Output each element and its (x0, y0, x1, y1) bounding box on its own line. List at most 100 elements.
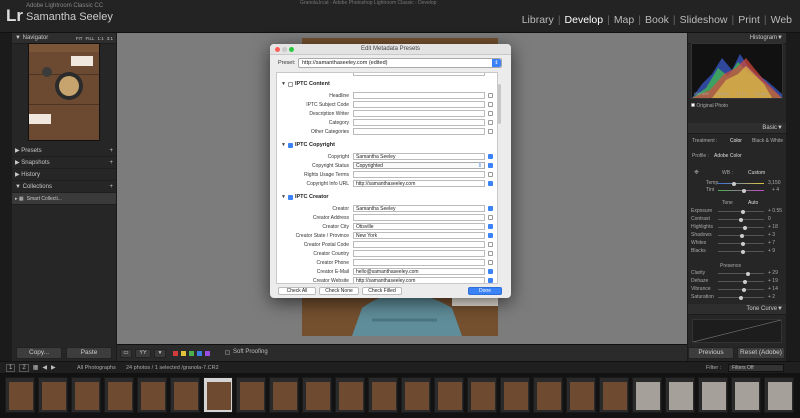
filmstrip-thumbnail[interactable] (599, 377, 629, 413)
contrast-value[interactable]: 0 (768, 216, 771, 222)
highlights-slider[interactable] (718, 225, 764, 230)
other-categories-field[interactable] (353, 128, 485, 135)
dialog-scrollbar[interactable] (498, 84, 501, 124)
category-field[interactable] (353, 119, 485, 126)
filmstrip-thumbnail[interactable] (302, 377, 332, 413)
creator-website-checkbox[interactable] (488, 278, 493, 283)
color-label-swatch[interactable] (189, 351, 194, 356)
filmstrip-thumbnail[interactable] (368, 377, 398, 413)
description-writer-checkbox[interactable] (488, 111, 493, 116)
whites-knob[interactable] (740, 241, 745, 246)
module-print[interactable]: Print (734, 14, 764, 26)
section-iptc-content[interactable]: ▼ IPTC Content (281, 81, 330, 87)
treatment-color[interactable]: Color (730, 138, 742, 144)
iptc-subject-code-field[interactable] (353, 101, 485, 108)
module-map[interactable]: Map (610, 14, 638, 26)
filmstrip-thumbnail[interactable] (5, 377, 35, 413)
color-label-swatch[interactable] (197, 351, 202, 356)
filmstrip-thumbnail[interactable] (533, 377, 563, 413)
preset-select[interactable]: http://samanthaseeley.com (edited) ⇕ (298, 58, 502, 68)
temp-knob[interactable] (732, 181, 736, 186)
metadata-fields-list[interactable]: ▼ IPTC Content Headline IPTC Subject Code De… (276, 72, 498, 284)
filter-select[interactable]: Filters Off (728, 364, 784, 372)
filmstrip-thumbnail[interactable] (467, 377, 497, 413)
vibrance-knob[interactable] (742, 287, 747, 292)
loupe-view-icon[interactable]: ▭ (120, 349, 132, 358)
filmstrip-thumbnail[interactable] (170, 377, 200, 413)
zoom-option[interactable]: FILL (85, 36, 94, 41)
dehaze-slider[interactable] (718, 279, 764, 284)
color-label-swatch[interactable] (205, 351, 210, 356)
creator-address-checkbox[interactable] (488, 215, 493, 220)
collection-item[interactable]: ▸ ▦ Smart Collecti... (12, 193, 116, 205)
category-checkbox[interactable] (488, 120, 493, 125)
section-checkbox[interactable] (287, 194, 293, 200)
tint-knob[interactable] (742, 188, 746, 193)
add-icon[interactable]: + (109, 160, 113, 166)
grid-icon[interactable]: ▦ (33, 364, 39, 372)
back-icon[interactable]: ◀ (42, 364, 47, 372)
copyright-info-url-field[interactable]: http://samanthaseeley.com (353, 180, 485, 187)
blacks-knob[interactable] (741, 249, 746, 254)
exposure-knob[interactable] (741, 209, 746, 214)
tint-slider[interactable] (718, 188, 764, 193)
temp-slider[interactable] (718, 181, 764, 186)
color-label-swatch[interactable] (181, 351, 186, 356)
blacks-slider[interactable] (718, 249, 764, 254)
check-none-button[interactable]: Check None (319, 287, 359, 295)
creator-city-field[interactable]: Otisville (353, 223, 485, 230)
creator-e-mail-field[interactable]: hello@samanthaseeley.com (353, 268, 485, 275)
compare-icon[interactable]: ▾ (154, 349, 166, 358)
dehaze-value[interactable]: + 19 (768, 278, 778, 284)
histogram[interactable]: ISO 400 23 mm f / 1.4 ¹⁄₂₅ sec (691, 43, 783, 99)
creator-field[interactable]: Samantha Seeley (353, 205, 485, 212)
page-1-button[interactable]: 1 (6, 364, 16, 372)
saturation-value[interactable]: + 2 (768, 294, 775, 300)
clarity-value[interactable]: + 29 (768, 270, 778, 276)
filmstrip-thumbnail[interactable] (698, 377, 728, 413)
creator-postal-code-checkbox[interactable] (488, 242, 493, 247)
filmstrip-thumbnail[interactable] (401, 377, 431, 413)
check-filled-button[interactable]: Check Filled (362, 287, 402, 295)
headline-checkbox[interactable] (488, 93, 493, 98)
filmstrip-thumbnail[interactable] (566, 377, 596, 413)
creator-phone-checkbox[interactable] (488, 260, 493, 265)
creator-address-field[interactable] (353, 214, 485, 221)
creator-country-field[interactable] (353, 250, 485, 257)
wb-value[interactable]: Custom (748, 170, 765, 176)
section-iptc-creator[interactable]: ▼ IPTC Creator (281, 194, 329, 200)
basic-header[interactable]: Basic ▼ (688, 123, 786, 134)
paste-button[interactable]: Paste (66, 347, 112, 359)
before-after-icon[interactable]: YY (135, 349, 151, 358)
section-checkbox[interactable] (287, 142, 293, 148)
creator-phone-field[interactable] (353, 259, 485, 266)
creator-checkbox[interactable] (488, 206, 493, 211)
zoom-option[interactable]: 3:1 (107, 36, 113, 41)
filmstrip-thumbnail[interactable] (500, 377, 530, 413)
creator-state-province-checkbox[interactable] (488, 233, 493, 238)
module-library[interactable]: Library (518, 14, 558, 26)
filmstrip-thumbnail[interactable] (731, 377, 761, 413)
clarity-slider[interactable] (718, 271, 764, 276)
filmstrip-thumbnail[interactable] (137, 377, 167, 413)
copyright-field[interactable]: Samantha Seeley (353, 153, 485, 160)
exposure-slider[interactable] (718, 209, 764, 214)
headline-field[interactable] (353, 92, 485, 99)
filmstrip-thumbnail[interactable] (335, 377, 365, 413)
filmstrip[interactable] (0, 374, 800, 418)
filmstrip-thumbnail[interactable] (71, 377, 101, 413)
zoom-option[interactable]: FIT (76, 36, 83, 41)
section-checkbox[interactable] (287, 81, 293, 87)
section-collections[interactable]: ▼ Collections + (12, 181, 116, 193)
filmstrip-thumbnail[interactable] (236, 377, 266, 413)
module-web[interactable]: Web (767, 14, 796, 26)
module-book[interactable]: Book (641, 14, 673, 26)
add-icon[interactable]: + (109, 184, 113, 190)
tint-value[interactable]: + 4 (772, 187, 779, 193)
contrast-slider[interactable] (718, 217, 764, 222)
iptc-subject-code-checkbox[interactable] (488, 102, 493, 107)
vibrance-value[interactable]: + 14 (768, 286, 778, 292)
page-2-button[interactable]: 2 (19, 364, 29, 372)
filmstrip-thumbnail[interactable] (632, 377, 662, 413)
filmstrip-thumbnail[interactable] (434, 377, 464, 413)
